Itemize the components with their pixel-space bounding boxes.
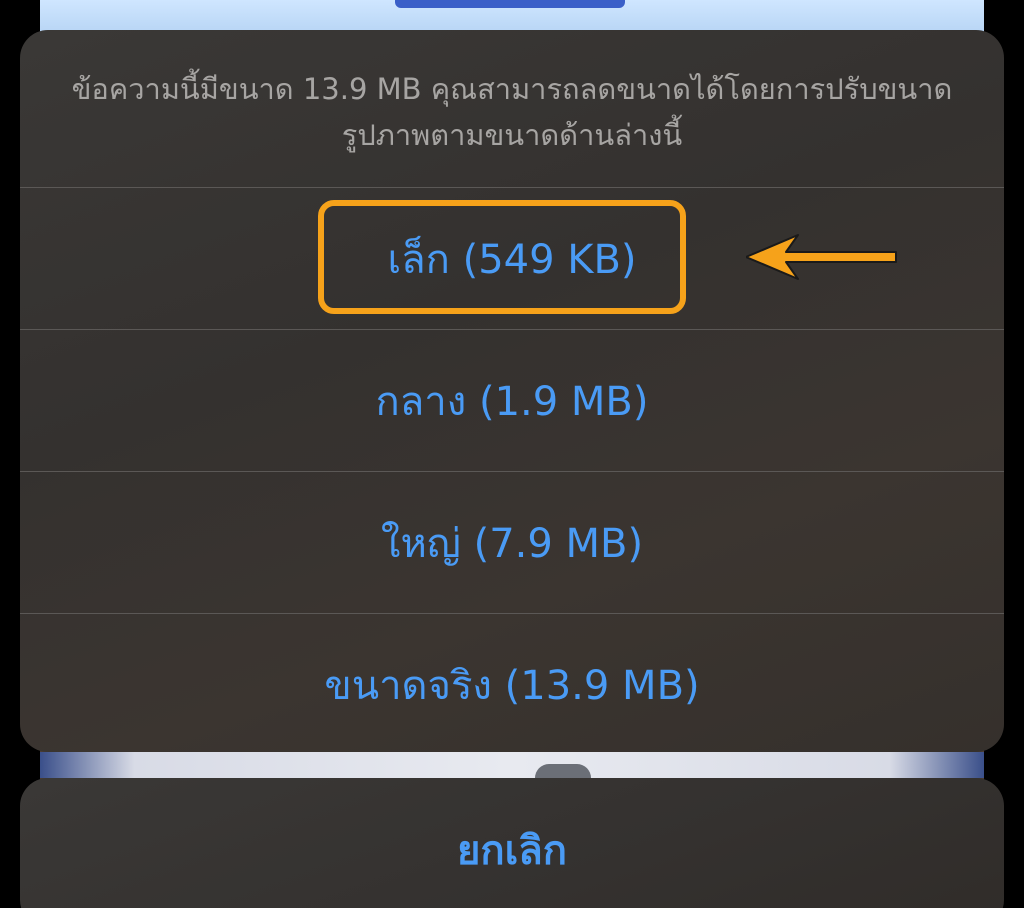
sheet-message: ข้อความนี้มีขนาด 13.9 MB คุณสามารถลดขนาด…	[20, 30, 1004, 187]
option-small[interactable]: เล็ก (549 KB)	[20, 187, 1004, 329]
option-large[interactable]: ใหญ่ (7.9 MB)	[20, 471, 1004, 613]
arrow-left-icon	[746, 234, 897, 280]
message-line-1: ข้อความนี้มีขนาด 13.9 MB คุณสามารถลดขนาด…	[71, 72, 953, 106]
option-actual-size-label: ขนาดจริง (13.9 MB)	[324, 662, 700, 709]
option-small-label: เล็ก (549 KB)	[387, 236, 637, 283]
action-sheet: ข้อความนี้มีขนาด 13.9 MB คุณสามารถลดขนาด…	[20, 30, 1004, 752]
screen: ข้อความนี้มีขนาด 13.9 MB คุณสามารถลดขนาด…	[0, 0, 1024, 908]
cancel-label: ยกเลิก	[456, 828, 568, 874]
option-medium[interactable]: กลาง (1.9 MB)	[20, 329, 1004, 471]
background-strip	[40, 752, 984, 778]
background-banner	[395, 0, 625, 8]
option-medium-label: กลาง (1.9 MB)	[375, 378, 649, 425]
background-image-fragment	[535, 764, 591, 778]
option-actual-size[interactable]: ขนาดจริง (13.9 MB)	[20, 613, 1004, 752]
option-large-label: ใหญ่ (7.9 MB)	[380, 520, 644, 567]
cancel-button[interactable]: ยกเลิก	[20, 778, 1004, 908]
message-line-2: รูปภาพตามขนาดด้านล่างนี้	[341, 118, 683, 152]
